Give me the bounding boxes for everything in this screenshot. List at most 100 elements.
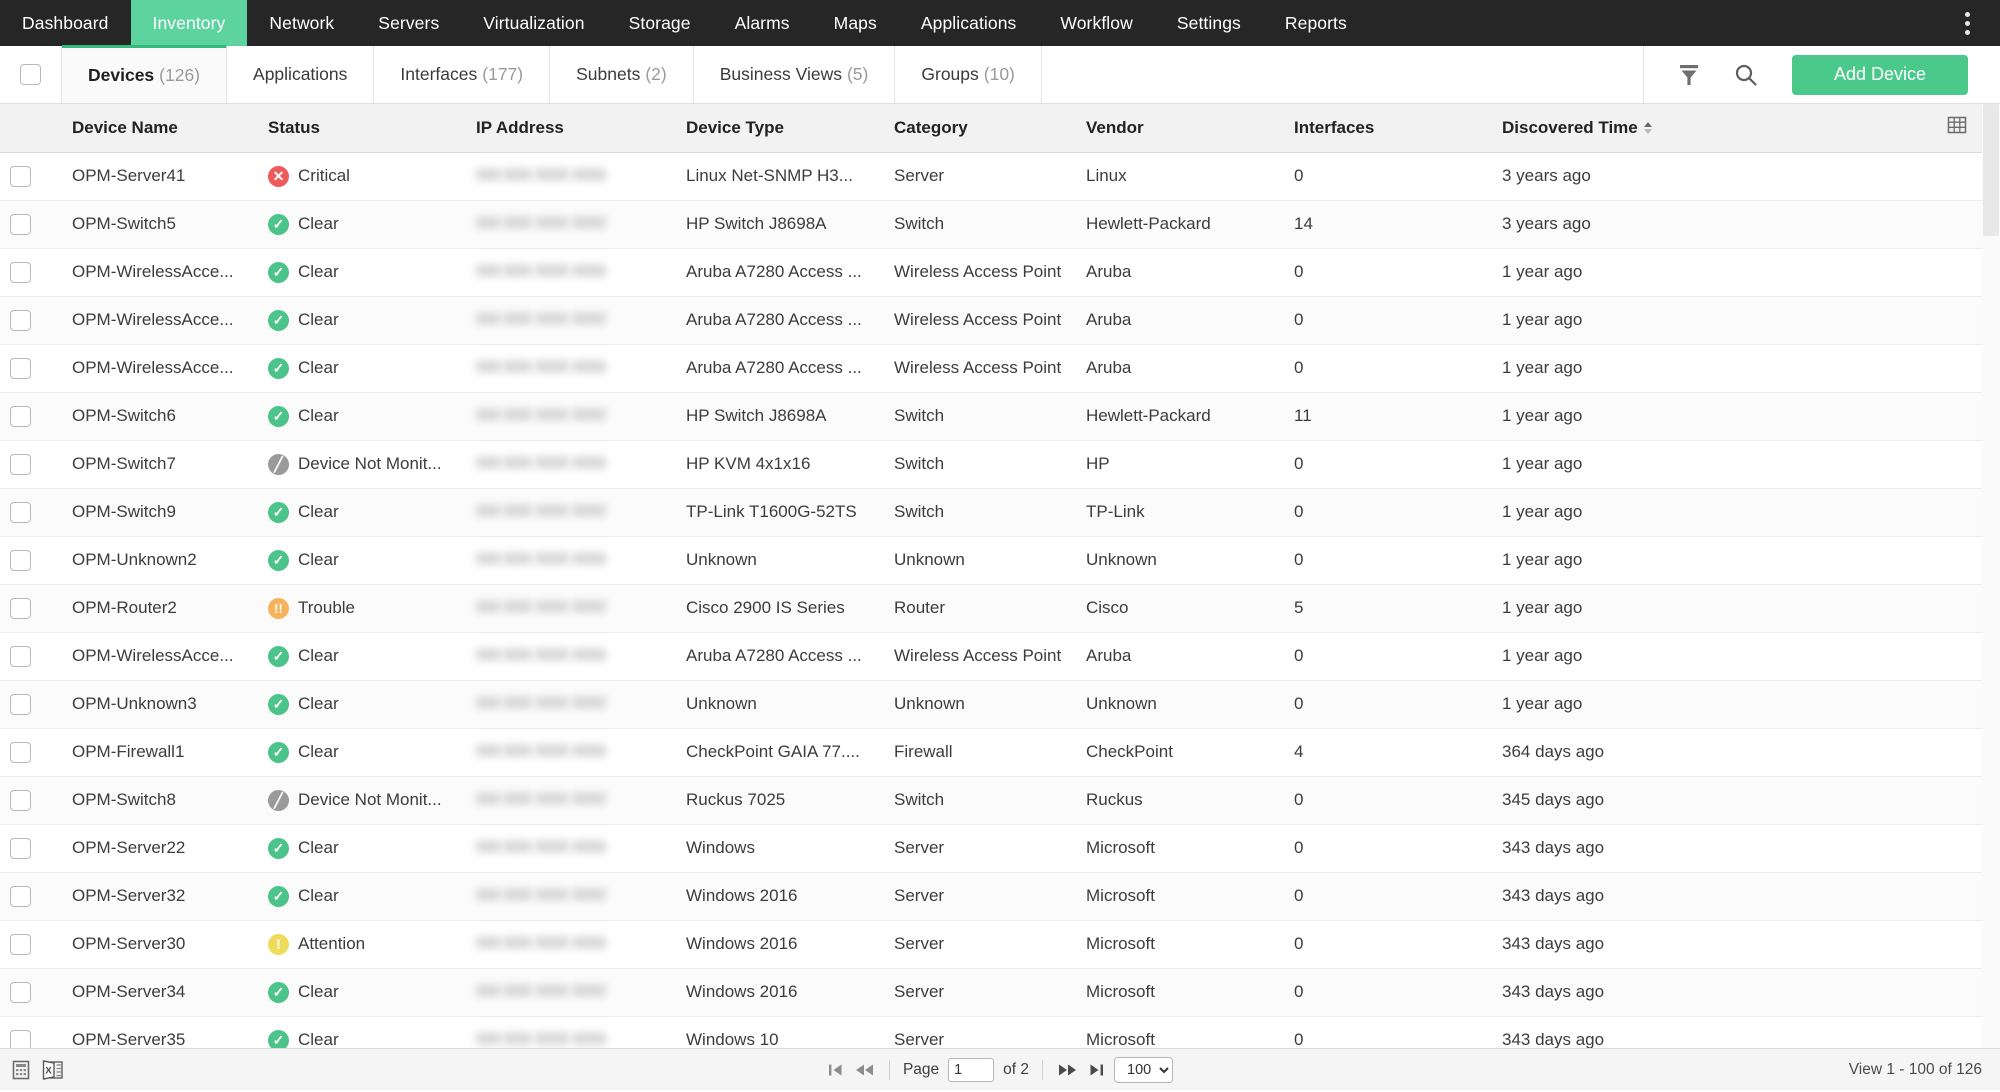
tab-business-views[interactable]: Business Views (5) (694, 46, 896, 103)
column-header-discovered-time[interactable]: Discovered Time (1492, 104, 1912, 153)
add-device-button[interactable]: Add Device (1791, 54, 1968, 95)
row-checkbox[interactable] (10, 597, 31, 619)
tab-devices[interactable]: Devices (126) (62, 45, 228, 103)
table-row[interactable]: OPM-Server30! Attention Windows 2016 Server… (0, 920, 2000, 969)
cell-device-name[interactable]: OPM-Switch9 (62, 488, 258, 537)
next-page-icon[interactable] (1056, 1062, 1078, 1078)
search-icon[interactable] (1734, 63, 1758, 87)
table-row[interactable]: OPM-Server32 ✓ Clear Windows 2016 Server Micr… (0, 872, 2000, 921)
nav-item-storage[interactable]: Storage (607, 0, 713, 46)
first-page-icon[interactable] (827, 1062, 845, 1078)
table-row[interactable]: OPM-Server35 ✓ Clear Windows 10 Server Micros… (0, 1016, 2000, 1048)
cell-device-name[interactable]: OPM-Switch6 (62, 392, 258, 441)
cell-device-name[interactable]: OPM-Server22 (62, 824, 258, 873)
page-size-select[interactable]: 100 (1114, 1056, 1174, 1083)
nav-item-settings[interactable]: Settings (1155, 0, 1263, 46)
row-checkbox[interactable] (10, 885, 31, 907)
table-row[interactable]: OPM-Switch7 ╱ Device Not Monit... HP KVM 4x… (0, 440, 2000, 489)
cell-device-name[interactable]: OPM-Router2 (62, 584, 258, 633)
row-checkbox[interactable] (10, 357, 31, 379)
column-header-interfaces[interactable]: Interfaces (1284, 104, 1492, 153)
column-header-device-name[interactable]: Device Name (62, 104, 258, 153)
cell-device-name[interactable]: OPM-WirelessAcce... (62, 296, 258, 345)
column-header-status[interactable]: Status (258, 104, 466, 153)
column-header-ip-address[interactable]: IP Address (466, 104, 676, 153)
tab-subnets[interactable]: Subnets (2) (550, 46, 694, 103)
nav-item-virtualization[interactable]: Virtualization (461, 0, 606, 46)
table-row[interactable]: OPM-Server34 ✓ Clear Windows 2016 Server Micr… (0, 968, 2000, 1017)
cell-discovered-time: 345 days ago (1492, 776, 1912, 825)
column-header-vendor[interactable]: Vendor (1076, 104, 1284, 153)
cell-device-name[interactable]: OPM-Server34 (62, 968, 258, 1017)
cell-device-name[interactable]: OPM-Server35 (62, 1016, 258, 1048)
row-checkbox[interactable] (10, 165, 31, 187)
column-header-category[interactable]: Category (884, 104, 1076, 153)
tab-groups[interactable]: Groups (10) (895, 46, 1042, 103)
table-row[interactable]: OPM-WirelessAcce... ✓ Clear Aruba A7280 Acc… (0, 632, 2000, 681)
table-row[interactable]: OPM-Router2!! Trouble Cisco 2900 IS Series… (0, 584, 2000, 633)
nav-item-alarms[interactable]: Alarms (713, 0, 812, 46)
cell-device-name[interactable]: OPM-WirelessAcce... (62, 248, 258, 297)
last-page-icon[interactable] (1087, 1062, 1105, 1078)
vertical-scrollbar[interactable] (1982, 104, 2000, 1048)
row-checkbox[interactable] (10, 693, 31, 715)
cell-device-name[interactable]: OPM-Switch7 (62, 440, 258, 489)
row-checkbox[interactable] (10, 549, 31, 571)
table-row[interactable]: OPM-Switch5 ✓ Clear HP Switch J8698A Switch H… (0, 200, 2000, 249)
row-checkbox[interactable] (10, 645, 31, 667)
table-row[interactable]: OPM-Switch8 ╱ Device Not Monit... Ruckus 70… (0, 776, 2000, 825)
cell-device-name[interactable]: OPM-Server41 (62, 152, 258, 201)
nav-item-reports[interactable]: Reports (1263, 0, 1369, 46)
column-header-device-type[interactable]: Device Type (676, 104, 884, 153)
select-all-checkbox[interactable] (20, 64, 41, 85)
cell-device-name[interactable]: OPM-Server30 (62, 920, 258, 969)
nav-item-workflow[interactable]: Workflow (1038, 0, 1154, 46)
tab-applications[interactable]: Applications (227, 46, 375, 103)
filter-icon[interactable] (1678, 63, 1700, 87)
scrollbar-thumb[interactable] (1983, 104, 1999, 236)
table-row[interactable]: OPM-Unknown3 ✓ Clear Unknown Unknown Unknown 0… (0, 680, 2000, 729)
table-row[interactable]: OPM-Server22 ✓ Clear Windows Server Microsoft… (0, 824, 2000, 873)
row-checkbox[interactable] (10, 405, 31, 427)
nav-item-applications[interactable]: Applications (899, 0, 1039, 46)
table-row[interactable]: OPM-Unknown2 ✓ Clear Unknown Unknown Unknown 0… (0, 536, 2000, 585)
cell-device-name[interactable]: OPM-Switch5 (62, 200, 258, 249)
cell-device-name[interactable]: OPM-Switch8 (62, 776, 258, 825)
cell-device-name[interactable]: OPM-WirelessAcce... (62, 632, 258, 681)
grid-settings-icon[interactable] (1947, 117, 1967, 139)
row-checkbox[interactable] (10, 933, 31, 955)
nav-item-inventory[interactable]: Inventory (130, 0, 248, 46)
row-checkbox[interactable] (10, 309, 31, 331)
nav-item-network[interactable]: Network (247, 0, 356, 46)
row-checkbox[interactable] (10, 981, 31, 1003)
nav-item-dashboard[interactable]: Dashboard (0, 0, 131, 46)
previous-page-icon[interactable] (854, 1062, 876, 1078)
table-row[interactable]: OPM-Server41 ✕ Critical Linux Net-SNMP H3..… (0, 152, 2000, 201)
row-checkbox[interactable] (10, 741, 31, 763)
table-row[interactable]: OPM-WirelessAcce... ✓ Clear Aruba A7280 Acc… (0, 296, 2000, 345)
nav-item-servers[interactable]: Servers (356, 0, 461, 46)
table-row[interactable]: OPM-WirelessAcce... ✓ Clear Aruba A7280 Acc… (0, 344, 2000, 393)
nav-item-maps[interactable]: Maps (812, 0, 899, 46)
table-row[interactable]: OPM-WirelessAcce... ✓ Clear Aruba A7280 Acc… (0, 248, 2000, 297)
sort-arrows-icon[interactable] (1643, 122, 1652, 135)
cell-discovered-time: 1 year ago (1492, 392, 1912, 441)
tab-interfaces[interactable]: Interfaces (177) (374, 46, 551, 103)
row-checkbox[interactable] (10, 501, 31, 523)
kebab-menu-icon[interactable] (1950, 0, 1984, 46)
cell-device-name[interactable]: OPM-WirelessAcce... (62, 344, 258, 393)
cell-device-name[interactable]: OPM-Unknown3 (62, 680, 258, 729)
row-checkbox[interactable] (10, 453, 31, 475)
cell-device-name[interactable]: OPM-Server32 (62, 872, 258, 921)
table-row[interactable]: OPM-Switch9 ✓ Clear TP-Link T1600G-52TS Swit… (0, 488, 2000, 537)
cell-device-name[interactable]: OPM-Firewall1 (62, 728, 258, 777)
page-number-input[interactable] (948, 1057, 995, 1082)
table-row[interactable]: OPM-Switch6 ✓ Clear HP Switch J8698A Switch H… (0, 392, 2000, 441)
row-checkbox[interactable] (10, 261, 31, 283)
row-checkbox[interactable] (10, 1029, 31, 1048)
row-checkbox[interactable] (10, 789, 31, 811)
row-checkbox[interactable] (10, 837, 31, 859)
cell-device-name[interactable]: OPM-Unknown2 (62, 536, 258, 585)
row-checkbox[interactable] (10, 213, 31, 235)
table-row[interactable]: OPM-Firewall1 ✓ Clear CheckPoint GAIA 77...… (0, 728, 2000, 777)
